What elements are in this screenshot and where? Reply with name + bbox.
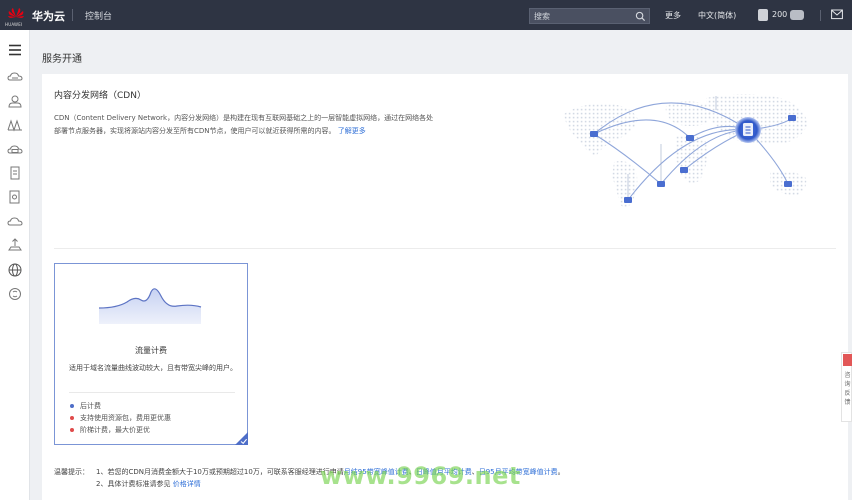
billing-option-title: 流量计费 — [135, 346, 167, 355]
selected-check-icon — [235, 432, 248, 445]
cloud-database-icon[interactable] — [6, 140, 24, 158]
billing-option-description: 适用于域名流量曲线波动较大，且有带宽尖峰的用户。 — [69, 364, 237, 372]
service-sidebar — [0, 30, 30, 500]
section-divider — [54, 248, 836, 249]
feedback-widget[interactable]: 咨询反馈 — [841, 352, 852, 422]
billing-feature-list: 后计费 支持使用资源包，费用更优惠 阶梯计费，最大价更优 — [69, 400, 171, 436]
learn-more-link[interactable]: 了解更多 — [338, 127, 366, 135]
top-navigation-bar: HUAWEI 华为云 控制台 更多 中文(简体) 200 — [0, 0, 852, 30]
file-icon[interactable] — [6, 164, 24, 182]
cdn-description: CDN（Content Delivery Network，内容分发网络）是构建在… — [54, 112, 434, 138]
price-details-link[interactable]: 价格详情 — [173, 480, 201, 488]
search-icon[interactable] — [635, 11, 646, 22]
cdn-world-map-illustration — [564, 94, 808, 208]
list-item: 阶梯计费，最大价更优 — [69, 424, 171, 436]
bullet-dot — [70, 404, 74, 408]
cloud-server-icon[interactable] — [6, 68, 24, 86]
feedback-widget-label: 咨询反馈 — [844, 372, 851, 406]
search-input[interactable] — [534, 10, 634, 22]
watermark-text: www.9969.net — [320, 462, 521, 490]
traffic-billing-option[interactable]: 流量计费 适用于域名流量曲线波动较大，且有带宽尖峰的用户。 后计费 支持使用资源… — [54, 263, 248, 445]
mail-icon[interactable] — [831, 9, 843, 20]
menu-icon[interactable] — [6, 41, 24, 59]
header-divider — [820, 10, 821, 21]
search-box[interactable] — [529, 8, 650, 24]
bullet-dot — [70, 416, 74, 420]
tips-label: 温馨提示： — [54, 468, 89, 476]
tip-line-2: 2、具体计费标准请参见 价格详情 — [96, 480, 201, 488]
bullet-dot — [70, 428, 74, 432]
traffic-curve-illustration — [98, 288, 202, 324]
brand-name[interactable]: 华为云 — [32, 8, 65, 24]
list-item: 支持使用资源包，费用更优惠 — [69, 412, 171, 424]
cloud-icon[interactable] — [6, 212, 24, 230]
cube-icon[interactable] — [6, 92, 24, 110]
page-title: 服务开通 — [42, 54, 82, 65]
document-icon[interactable] — [6, 188, 24, 206]
user-name-mask — [790, 10, 804, 20]
disc-icon[interactable] — [6, 285, 24, 303]
logo-text: HUAWEI — [5, 22, 23, 27]
service-activation-card: 内容分发网络（CDN） CDN（Content Delivery Network… — [42, 74, 848, 500]
feedback-widget-header — [843, 354, 852, 366]
header-separator — [72, 9, 73, 21]
user-account-name[interactable]: 200 — [772, 10, 787, 19]
more-menu[interactable]: 更多 — [665, 10, 681, 21]
globe-icon[interactable] — [6, 261, 24, 279]
user-avatar[interactable] — [758, 9, 768, 21]
cdn-description-text: CDN（Content Delivery Network，内容分发网络）是构建在… — [54, 114, 434, 135]
billing-option-divider — [69, 392, 235, 393]
list-item: 后计费 — [69, 400, 171, 412]
network-icon[interactable] — [6, 116, 24, 134]
language-selector[interactable]: 中文(简体) — [698, 10, 736, 21]
upload-icon[interactable] — [6, 236, 24, 254]
console-link[interactable]: 控制台 — [85, 9, 112, 22]
cdn-section-title: 内容分发网络（CDN） — [54, 91, 146, 101]
